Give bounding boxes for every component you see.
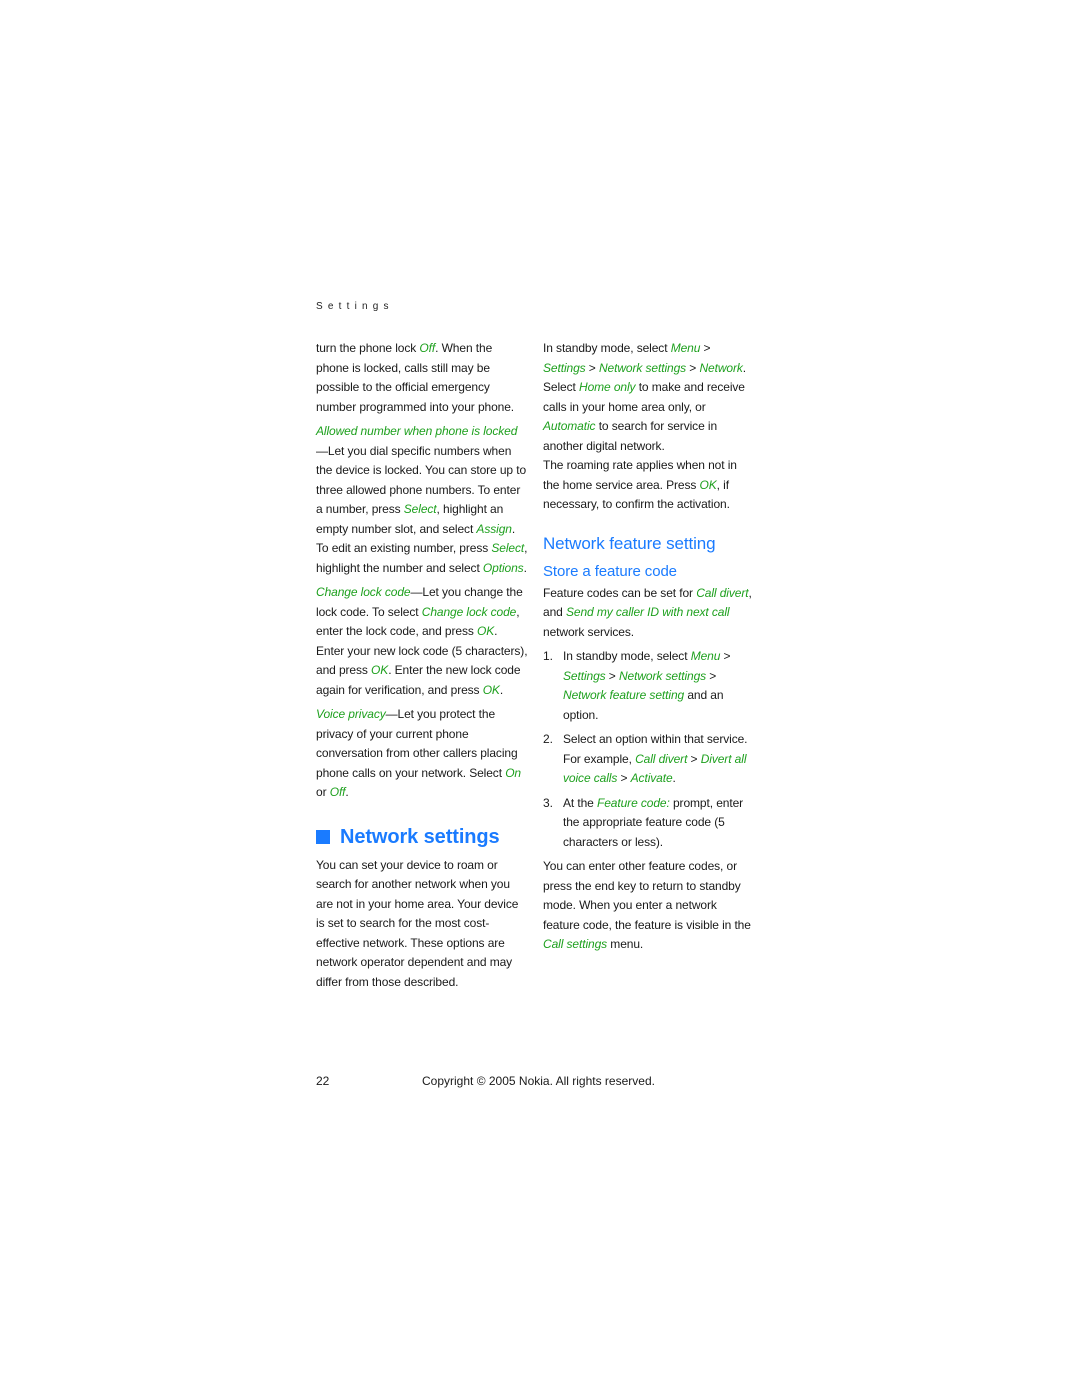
keyword: Settings — [563, 668, 606, 683]
keyword: OK — [482, 682, 500, 697]
keyword: Menu — [670, 341, 701, 355]
closing-paragraph: You can enter other feature codes, or pr… — [543, 859, 751, 951]
keyword: Home only — [579, 380, 636, 394]
keyword: Select — [403, 502, 437, 516]
keyword: Change lock code — [421, 604, 517, 619]
step-item: 3. At the Feature code: prompt, enter th… — [543, 795, 744, 849]
keyword: OK — [699, 477, 717, 492]
keyword: Send my caller ID with next call — [565, 605, 730, 619]
manual-page: Settings turn the phone lock Off. When t… — [0, 0, 1080, 1397]
network-settings-body: You can set your device to roam or searc… — [316, 857, 519, 989]
keyword: Settings — [543, 360, 586, 375]
keyword: On — [505, 765, 521, 780]
store-feature-code-heading: Store a feature code — [543, 562, 677, 580]
keyword: Network settings — [598, 360, 687, 375]
store-intro-paragraph: Feature codes can be set for Call divert… — [543, 585, 752, 639]
term-voice-privacy: Voice privacy — [316, 707, 386, 721]
running-head: Settings — [316, 301, 394, 312]
left-column: turn the phone lock Off. When the phone … — [316, 339, 528, 997]
square-bullet-icon — [316, 829, 330, 844]
step-item: 1. In standby mode, select Menu > Setting… — [543, 649, 731, 722]
network-settings-heading: Network settings — [316, 825, 528, 849]
keyword: OK — [371, 663, 389, 677]
allowed-number-paragraph: Allowed number when phone is locked—Let … — [316, 424, 528, 575]
keyword: Off — [329, 785, 346, 799]
standby-paragraph: In standby mode, select Menu > Settings … — [543, 341, 746, 453]
voice-privacy-paragraph: Voice privacy—Let you protect the privac… — [316, 707, 521, 799]
right-column: In standby mode, select Menu > Settings … — [543, 339, 755, 960]
keyword: Call divert — [635, 751, 688, 766]
keyword: Select — [491, 541, 525, 555]
keyword: Call divert — [696, 585, 749, 600]
keyword: Options — [482, 560, 524, 575]
keyword: Network feature setting — [563, 688, 685, 702]
keyword: Automatic — [543, 419, 596, 433]
keyword: Network — [699, 360, 743, 375]
network-feature-setting-heading: Network feature setting — [543, 533, 716, 553]
keyword: Network settings — [618, 668, 707, 683]
keyword: Assign — [476, 521, 512, 536]
page-number: 22 — [316, 1074, 330, 1088]
term-allowed-number: Allowed number when phone is locked — [316, 424, 518, 438]
roaming-paragraph: The roaming rate applies when not in the… — [543, 458, 737, 511]
keyword: Menu — [690, 649, 721, 663]
keyword: Feature code: — [597, 795, 670, 810]
step-item: 2. Select an option within that service. … — [543, 732, 748, 785]
change-lock-code-paragraph: Change lock code—Let you change the lock… — [316, 585, 528, 697]
term-change-lock-code: Change lock code — [316, 585, 411, 599]
keyword: Off — [419, 341, 436, 355]
keyword: Activate — [630, 771, 673, 785]
phone-lock-paragraph: turn the phone lock Off. When the phone … — [316, 341, 515, 414]
keyword: Call settings — [543, 937, 608, 951]
steps-list: 1. In standby mode, select Menu > Setting… — [543, 647, 755, 852]
copyright-notice: Copyright © 2005 Nokia. All rights reser… — [422, 1074, 655, 1088]
keyword: OK — [477, 624, 495, 638]
